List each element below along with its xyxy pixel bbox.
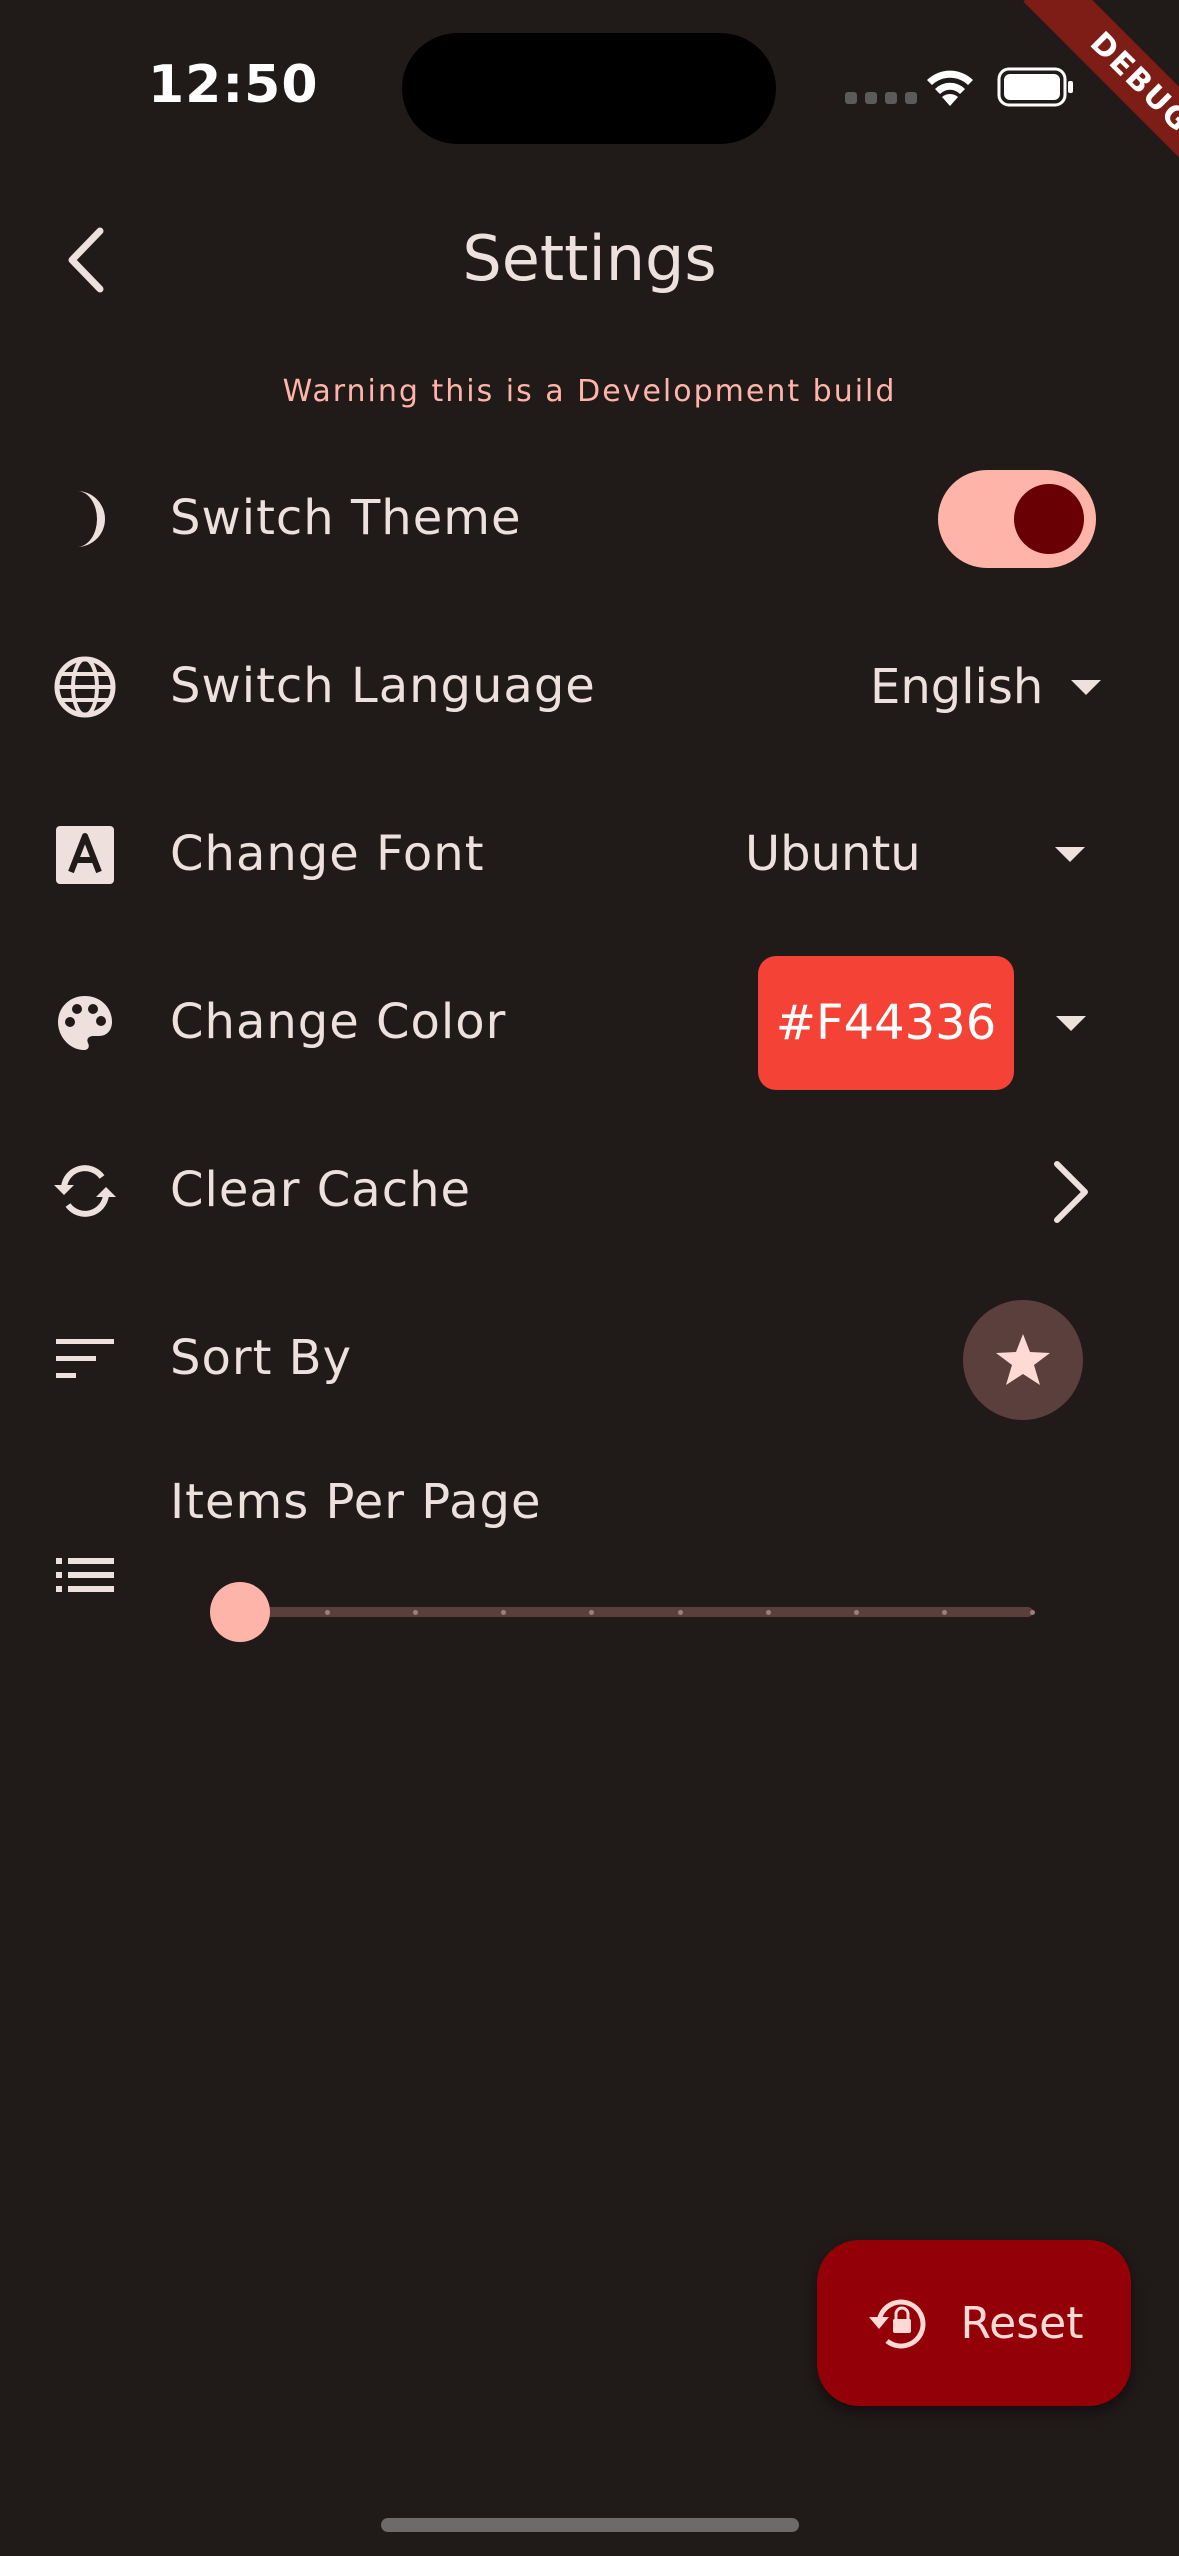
slider-tick [413,1610,418,1615]
dev-build-warning: Warning this is a Development build [282,374,897,409]
color-dropdown-caret-icon[interactable] [1056,1016,1086,1031]
globe-icon [50,652,120,722]
font-icon [50,820,120,890]
language-value: English [870,659,1044,715]
clear-cache-label: Clear Cache [170,1162,472,1218]
slider-tick [325,1610,330,1615]
lock-reset-icon [868,2299,925,2349]
change-font-label: Change Font [170,826,485,882]
reset-button[interactable]: Reset [817,2240,1131,2406]
items-per-page-slider-track[interactable] [240,1607,1035,1617]
caret-down-icon [1055,847,1085,862]
star-icon [996,1334,1050,1385]
theme-toggle[interactable] [938,470,1096,568]
page-title: Settings [462,222,717,295]
cellular-signal-icon [845,92,917,104]
slider-tick [678,1610,683,1615]
font-dropdown[interactable]: Ubuntu [745,820,1090,890]
switch-theme-label: Switch Theme [170,490,522,546]
dynamic-island [402,33,776,144]
sync-icon [50,1156,120,1226]
moon-icon [50,484,120,554]
slider-tick [942,1610,947,1615]
home-indicator[interactable] [381,2518,799,2532]
color-chip[interactable]: #F44336 [758,956,1014,1090]
palette-icon [50,988,120,1058]
sort-button[interactable] [963,1300,1083,1420]
sort-icon [50,1324,120,1394]
debug-banner: DEBUG [960,0,1179,219]
items-per-page-slider-thumb[interactable] [210,1582,270,1642]
status-time: 12:50 [148,55,319,115]
reset-label: Reset [960,2297,1084,2349]
caret-down-icon [1071,679,1102,695]
slider-tick [1030,1610,1035,1615]
font-value: Ubuntu [745,826,921,882]
chevron-right-icon [1054,1161,1088,1223]
slider-tick [589,1610,594,1615]
slider-tick [766,1610,771,1615]
clear-cache-button[interactable] [1036,1152,1106,1232]
slider-tick [854,1610,859,1615]
sort-by-label: Sort By [170,1330,352,1386]
change-color-label: Change Color [170,994,507,1050]
toggle-knob [1014,484,1084,554]
switch-language-label: Switch Language [170,658,596,714]
slider-tick [501,1610,506,1615]
language-dropdown[interactable]: English [870,652,1102,722]
items-per-page-label: Items Per Page [170,1474,542,1530]
list-icon [50,1540,120,1610]
